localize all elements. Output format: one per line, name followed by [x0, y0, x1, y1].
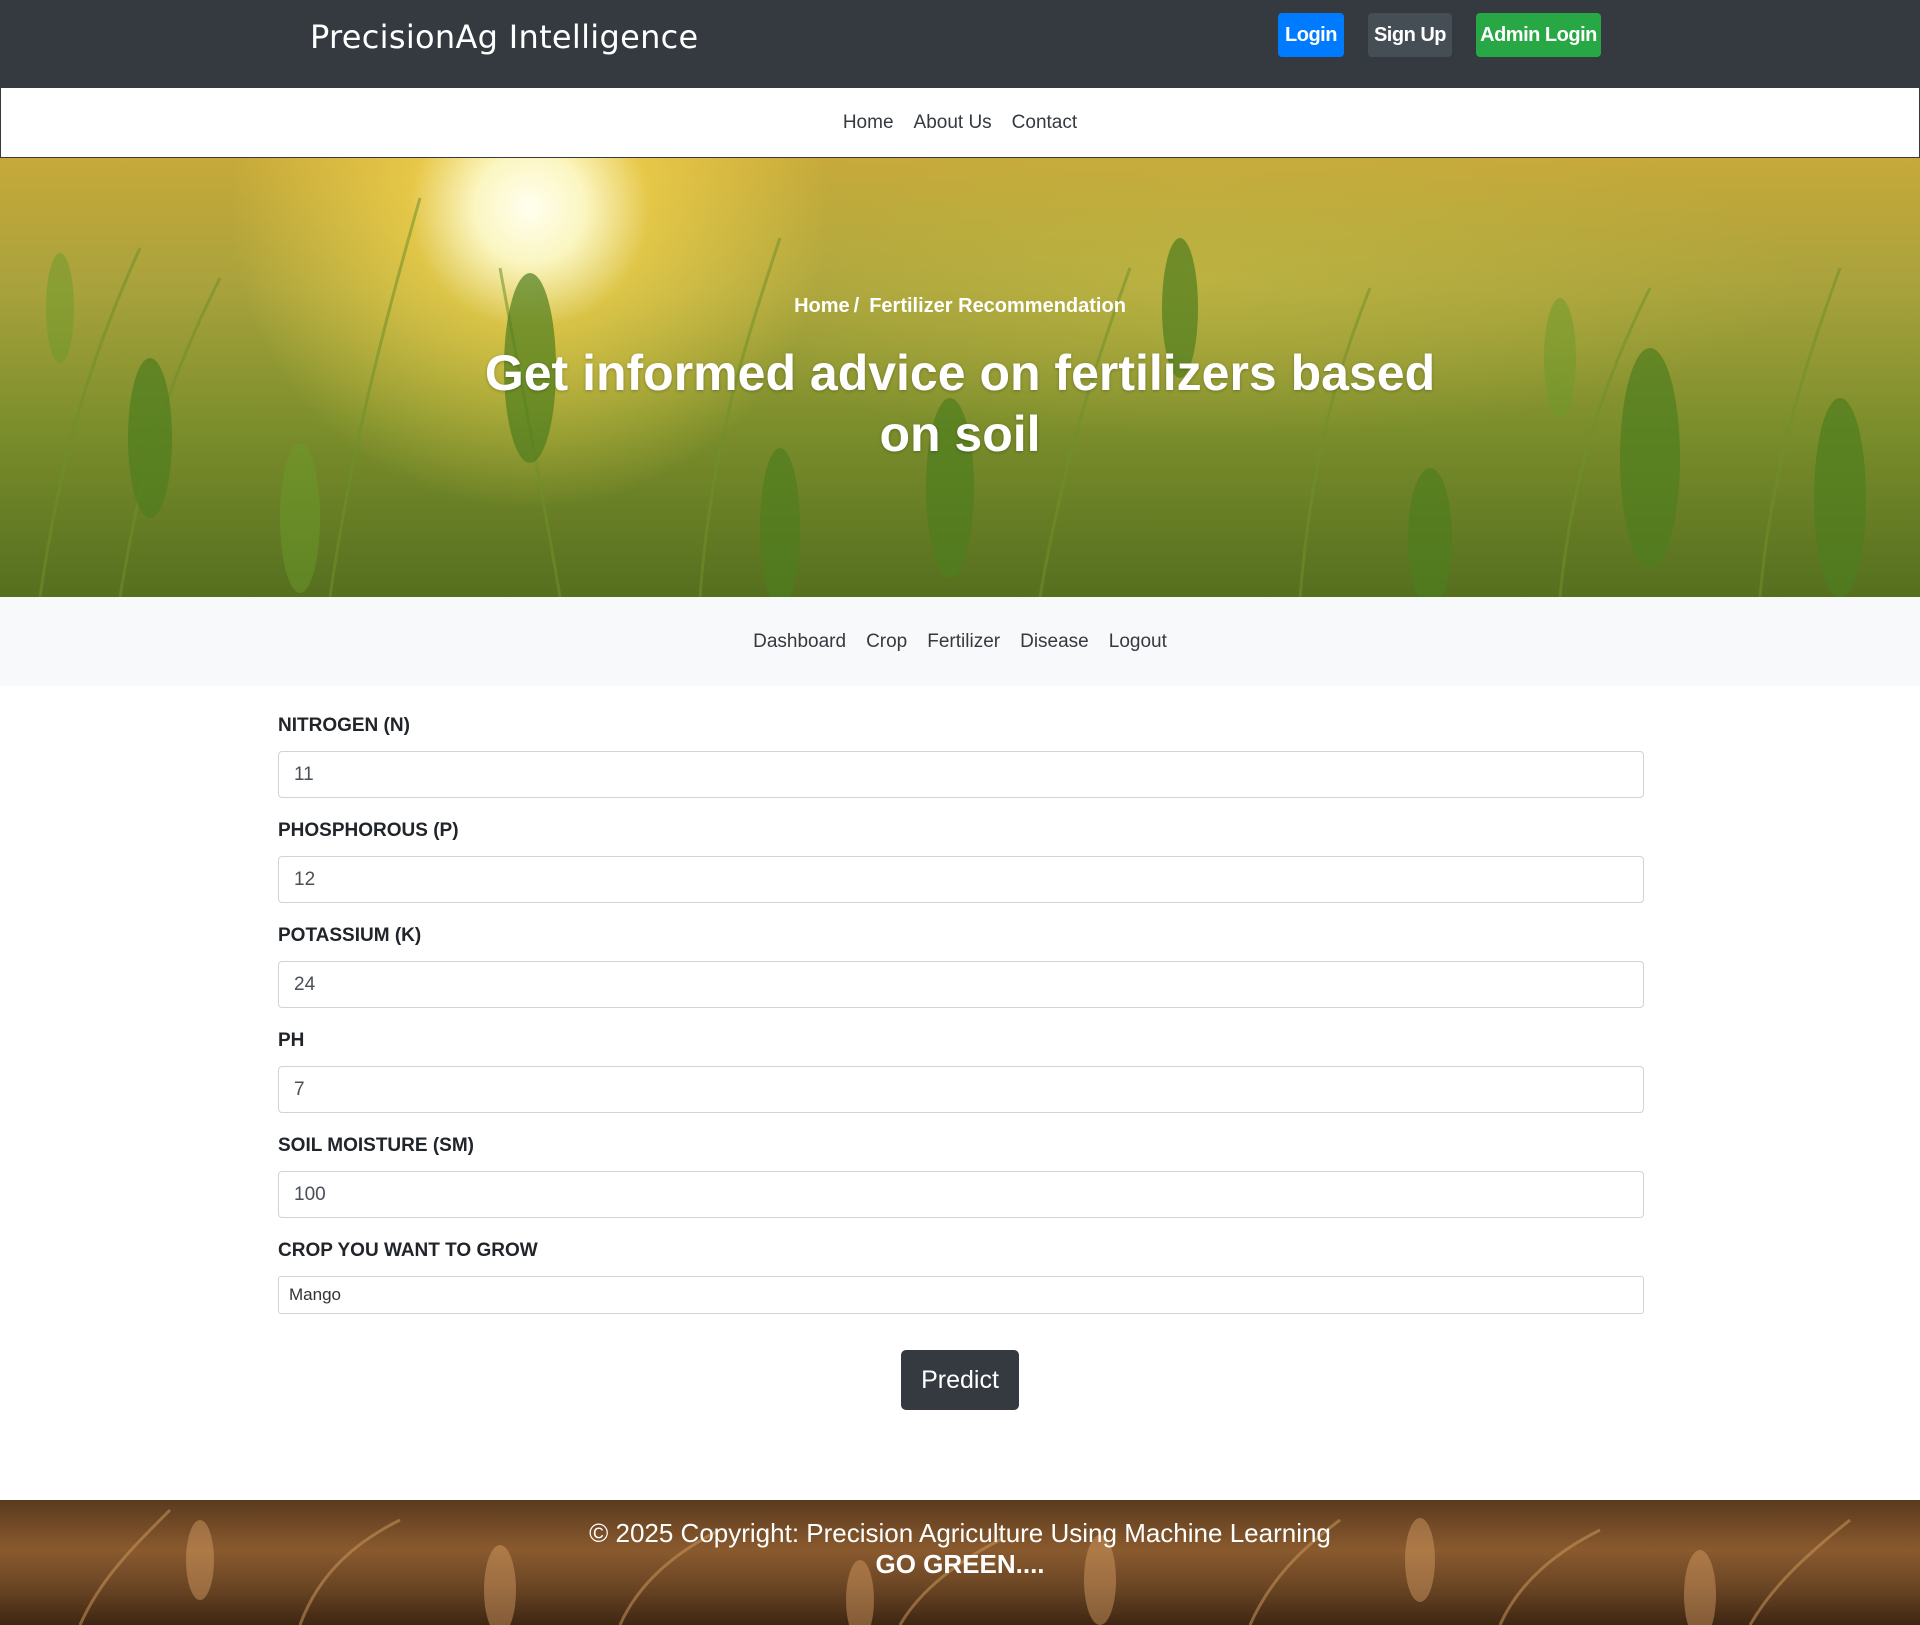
footer: © 2025 Copyright: Precision Agriculture … — [0, 1500, 1920, 1625]
copyright-text: © 2025 Copyright: Precision Agriculture … — [589, 1518, 1331, 1548]
breadcrumb: Home / Fertilizer Recommendation — [0, 295, 1920, 318]
soil-moisture-input[interactable]: 100 — [278, 1171, 1644, 1218]
crop-label: CROP YOU WANT TO GROW — [278, 1240, 538, 1261]
ph-label: PH — [278, 1030, 305, 1051]
login-button[interactable]: Login — [1278, 13, 1344, 57]
subnav-dashboard[interactable]: Dashboard — [753, 631, 846, 653]
footer-tagline: GO GREEN.... — [875, 1549, 1045, 1579]
phosphorous-field: PHOSPHOROUS (P) 12 — [278, 820, 1644, 903]
breadcrumb-current: Fertilizer Recommendation — [869, 295, 1126, 317]
soil-moisture-field: SOIL MOISTURE (SM) 100 — [278, 1135, 1644, 1218]
subnav-crop[interactable]: Crop — [866, 631, 907, 653]
page-title: Get informed advice on fertilizers based… — [484, 345, 1436, 462]
potassium-field: POTASSIUM (K) 24 — [278, 925, 1644, 1008]
breadcrumb-separator: / — [853, 295, 860, 317]
hero-banner: Home / Fertilizer Recommendation Get infor… — [0, 158, 1920, 597]
nav-about-us[interactable]: About Us — [914, 112, 992, 134]
soil-moisture-label: SOIL MOISTURE (SM) — [278, 1135, 474, 1156]
crop-field: CROP YOU WANT TO GROW Mango — [278, 1240, 1644, 1314]
ph-field: PH 7 — [278, 1030, 1644, 1113]
phosphorous-label: PHOSPHOROUS (P) — [278, 820, 459, 841]
subnav-fertilizer[interactable]: Fertilizer — [927, 631, 1000, 653]
brand-title[interactable]: PrecisionAg Intelligence — [310, 18, 699, 56]
subnav-logout[interactable]: Logout — [1109, 631, 1167, 653]
nitrogen-field: NITROGEN (N) 11 — [278, 715, 1644, 798]
fertilizer-form: NITROGEN (N) 11 PHOSPHOROUS (P) 12 POTAS… — [278, 715, 1644, 1336]
predict-button[interactable]: Predict — [901, 1350, 1019, 1410]
admin-login-button[interactable]: Admin Login — [1476, 13, 1601, 57]
breadcrumb-home[interactable]: Home — [794, 295, 850, 317]
subnav-disease[interactable]: Disease — [1020, 631, 1089, 653]
potassium-input[interactable]: 24 — [278, 961, 1644, 1008]
signup-button[interactable]: Sign Up — [1368, 13, 1452, 57]
ph-input[interactable]: 7 — [278, 1066, 1644, 1113]
nitrogen-label: NITROGEN (N) — [278, 715, 410, 736]
nav-contact[interactable]: Contact — [1012, 112, 1077, 134]
nav-home[interactable]: Home — [843, 112, 894, 134]
potassium-label: POTASSIUM (K) — [278, 925, 422, 946]
dashboard-nav: Dashboard Crop Fertilizer Disease Logout — [0, 597, 1920, 686]
top-header: PrecisionAg Intelligence Login Sign Up A… — [0, 0, 1920, 87]
crop-select[interactable]: Mango — [278, 1276, 1644, 1314]
phosphorous-input[interactable]: 12 — [278, 856, 1644, 903]
main-nav: Home About Us Contact — [0, 87, 1920, 158]
nitrogen-input[interactable]: 11 — [278, 751, 1644, 798]
